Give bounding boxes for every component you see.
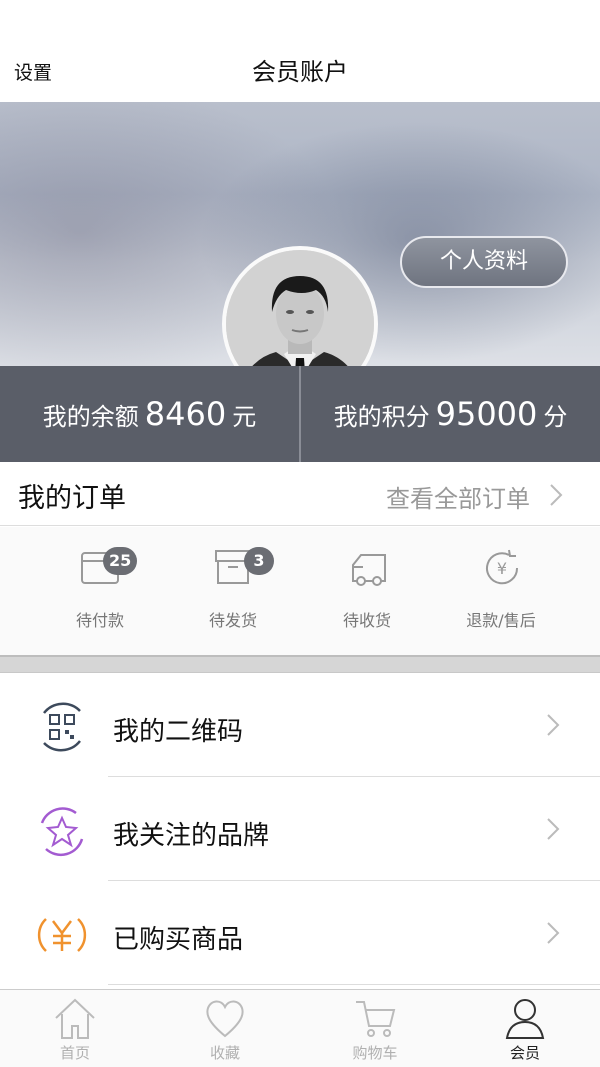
balance-cell[interactable]: 我的余额 8460 元 (0, 366, 299, 462)
qr-code-icon (43, 702, 81, 752)
menu-item-qr-code[interactable]: 我的二维码 (0, 675, 600, 779)
avatar-photo (226, 250, 374, 366)
tab-home[interactable]: 首页 (0, 990, 150, 1067)
cart-icon (356, 1001, 396, 1037)
divider (108, 880, 600, 881)
divider (108, 984, 600, 985)
avatar[interactable] (222, 246, 378, 366)
user-icon (505, 999, 545, 1039)
balance-value: 8460 (144, 395, 227, 433)
tab-label: 收藏 (209, 1044, 240, 1062)
order-pending-receipt[interactable]: 待收货 (292, 527, 442, 655)
order-label: 退款/售后 (466, 611, 536, 630)
view-all-orders-link[interactable]: 查看全部订单 (386, 479, 530, 514)
refund-icon: ¥ (486, 549, 519, 585)
chevron-right-icon (550, 484, 563, 506)
menu-item-purchased-products[interactable]: 已购买商品 (0, 883, 600, 987)
menu-label: 我的二维码 (113, 717, 244, 747)
tab-bar: 首页 收藏 购物车 会员 (0, 989, 600, 1067)
order-label: 待发货 (208, 611, 257, 630)
order-refund[interactable]: ¥ 退款/售后 (426, 527, 576, 655)
menu-item-followed-brands[interactable]: 我关注的品牌 (0, 779, 600, 883)
profile-banner: 个人资料 (0, 102, 600, 366)
balance-unit: 元 (232, 403, 257, 431)
divider (108, 776, 600, 777)
balance-label: 我的余额 (42, 403, 139, 431)
truck-icon (352, 554, 386, 586)
menu-label: 已购买商品 (113, 925, 244, 955)
chevron-right-icon (547, 922, 560, 944)
tab-favorites[interactable]: 收藏 (150, 990, 300, 1067)
points-unit: 分 (543, 403, 568, 431)
section-separator (0, 655, 600, 673)
chevron-right-icon (547, 714, 560, 736)
orders-title: 我的订单 (18, 483, 126, 514)
points-label: 我的积分 (333, 403, 430, 431)
orders-header: 我的订单 查看全部订单 (0, 462, 600, 526)
header: 设置 会员账户 (0, 0, 600, 102)
heart-icon (206, 1000, 244, 1038)
tab-label: 首页 (59, 1044, 90, 1062)
profile-button[interactable]: 个人资料 (400, 236, 568, 288)
star-icon (40, 807, 84, 857)
points-cell[interactable]: 我的积分 95000 分 (301, 366, 600, 462)
chevron-right-icon (547, 818, 560, 840)
menu-label: 我关注的品牌 (113, 821, 270, 851)
order-pending-shipment[interactable]: 3 待发货 (158, 527, 308, 655)
order-label: 待付款 (75, 611, 124, 630)
tab-label: 购物车 (352, 1044, 398, 1062)
balance-bar: 我的余额 8460 元 我的积分 95000 分 (0, 366, 600, 462)
order-pending-payment[interactable]: 25 待付款 (25, 527, 175, 655)
badge-count: 3 (244, 547, 274, 575)
points-value: 95000 (435, 395, 538, 433)
home-icon (55, 998, 95, 1039)
badge-count: 25 (103, 547, 138, 575)
order-label: 待收货 (342, 611, 391, 630)
tab-member[interactable]: 会员 (450, 990, 600, 1067)
tab-label: 会员 (509, 1044, 540, 1062)
order-status-row: 25 待付款 3 待发货 待收货 ¥ 退款/售后 (0, 527, 600, 655)
tab-cart[interactable]: 购物车 (300, 990, 450, 1067)
yen-icon (37, 918, 87, 952)
svg-text:¥: ¥ (497, 559, 507, 578)
page-title: 会员账户 (252, 58, 348, 86)
